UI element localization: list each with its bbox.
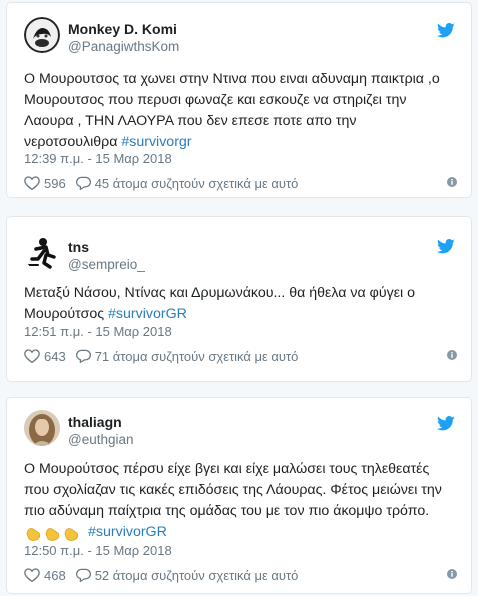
- tweet-card[interactable]: tns @sempreio_ Μεταξύ Νάσου, Ντίνας και …: [6, 216, 472, 382]
- like-button[interactable]: 468: [24, 568, 66, 583]
- author-handle[interactable]: @sempreio_: [68, 257, 145, 272]
- author-handle[interactable]: @euthgian: [68, 432, 134, 447]
- tweet-timestamp[interactable]: 12:51 π.μ. - 15 Μαρ 2018: [24, 324, 172, 339]
- tweet-card[interactable]: thaliagn @euthgian Ο Μουρούτσος πέρσυ εί…: [6, 397, 472, 594]
- tweet-text-line: νεροτσουλιθρα: [24, 134, 118, 150]
- tweet-text-line: πιο αδύναμη παίχτρια της ομάδας του με τ…: [24, 503, 430, 519]
- tweet-actions: 468 52 άτομα συζητούν σχετικά με αυτό: [24, 566, 457, 584]
- info-icon[interactable]: [447, 350, 457, 360]
- info-icon[interactable]: [447, 177, 457, 187]
- avatar[interactable]: [24, 410, 60, 446]
- twitter-bird-icon[interactable]: [437, 416, 455, 431]
- tweet-timestamp[interactable]: 12:50 π.μ. - 15 Μαρ 2018: [24, 543, 172, 558]
- reply-button[interactable]: 45 άτομα συζητούν σχετικά με αυτό: [75, 175, 299, 191]
- like-count: 596: [44, 175, 66, 191]
- like-button[interactable]: 643: [24, 349, 66, 364]
- like-count: 468: [44, 567, 66, 583]
- tweet-text-line: που σχολίαζαν τις κακές επιδόσεις της Λά…: [24, 482, 442, 498]
- avatar-icon: [24, 410, 60, 446]
- author-name[interactable]: thaliagn: [68, 414, 122, 430]
- tweet-actions: 643 71 άτομα συζητούν σχετικά με αυτό: [24, 347, 457, 365]
- tweet-timestamp[interactable]: 12:39 π.μ. - 15 Μαρ 2018: [24, 151, 172, 166]
- twitter-bird-icon[interactable]: [437, 239, 455, 254]
- tweet-text-line: Μουρούτσος: [24, 306, 105, 322]
- heart-icon: [24, 176, 40, 190]
- tweet-text: Ο Μουρούτσος πέρσυ είχε βγει και είχε μα…: [24, 459, 457, 543]
- speech-bubble-icon: [75, 349, 91, 363]
- clapping-hands-emoji: [24, 524, 82, 542]
- tweet-text-line: Μεταξύ Νάσου, Ντίνας και Δρυμωνάκου... θ…: [24, 285, 416, 301]
- conversation-count: 52 άτομα συζητούν σχετικά με αυτό: [94, 567, 299, 583]
- author-name[interactable]: tns: [68, 239, 89, 255]
- tweet-text-line: Μουρουτσος που περυσι φωναζε και εσκουζε…: [24, 92, 407, 108]
- tweet-text: Ο Μουρουτσος τα χωνει στην Ντινα που ειν…: [24, 69, 457, 153]
- reply-button[interactable]: 52 άτομα συζητούν σχετικά με αυτό: [75, 567, 299, 583]
- like-count: 643: [44, 348, 66, 364]
- speech-bubble-icon: [75, 568, 91, 582]
- author-handle[interactable]: @PanagiwthsKom: [68, 39, 179, 54]
- reply-button[interactable]: 71 άτομα συζητούν σχετικά με αυτό: [75, 348, 299, 364]
- tweet-text-line: Ο Μουρούτσος πέρσυ είχε βγει και είχε μα…: [24, 461, 430, 477]
- tweet-actions: 596 45 άτομα συζητούν σχετικά με αυτό: [24, 174, 457, 192]
- hashtag-link[interactable]: #survivorGR: [108, 306, 187, 322]
- runner-avatar-icon: [24, 235, 60, 271]
- heart-icon: [24, 568, 40, 582]
- tweet-text-line: Ο Μουρουτσος τα χωνει στην Ντινα που ειν…: [24, 71, 440, 87]
- heart-icon: [24, 349, 40, 363]
- avatar-icon: [24, 17, 60, 53]
- hashtag-link[interactable]: #survivorGR: [88, 522, 167, 543]
- tweet-card[interactable]: Monkey D. Komi @PanagiwthsKom Ο Μουρουτσ…: [6, 2, 472, 198]
- tweet-text-line: Λαουρα , ΤΗΝ ΛΑΟΥΡΑ που δεν επεσε ποτε α…: [24, 113, 357, 129]
- hashtag-link[interactable]: #survivorgr: [121, 134, 191, 150]
- avatar[interactable]: [24, 17, 60, 53]
- tweet-text: Μεταξύ Νάσου, Ντίνας και Δρυμωνάκου... θ…: [24, 283, 457, 325]
- author-name[interactable]: Monkey D. Komi: [68, 21, 177, 37]
- speech-bubble-icon: [75, 176, 91, 190]
- twitter-bird-icon[interactable]: [437, 23, 455, 38]
- info-icon[interactable]: [447, 569, 457, 579]
- avatar[interactable]: [24, 235, 60, 271]
- like-button[interactable]: 596: [24, 176, 66, 191]
- conversation-count: 71 άτομα συζητούν σχετικά με αυτό: [94, 348, 299, 364]
- conversation-count: 45 άτομα συζητούν σχετικά με αυτό: [94, 175, 299, 191]
